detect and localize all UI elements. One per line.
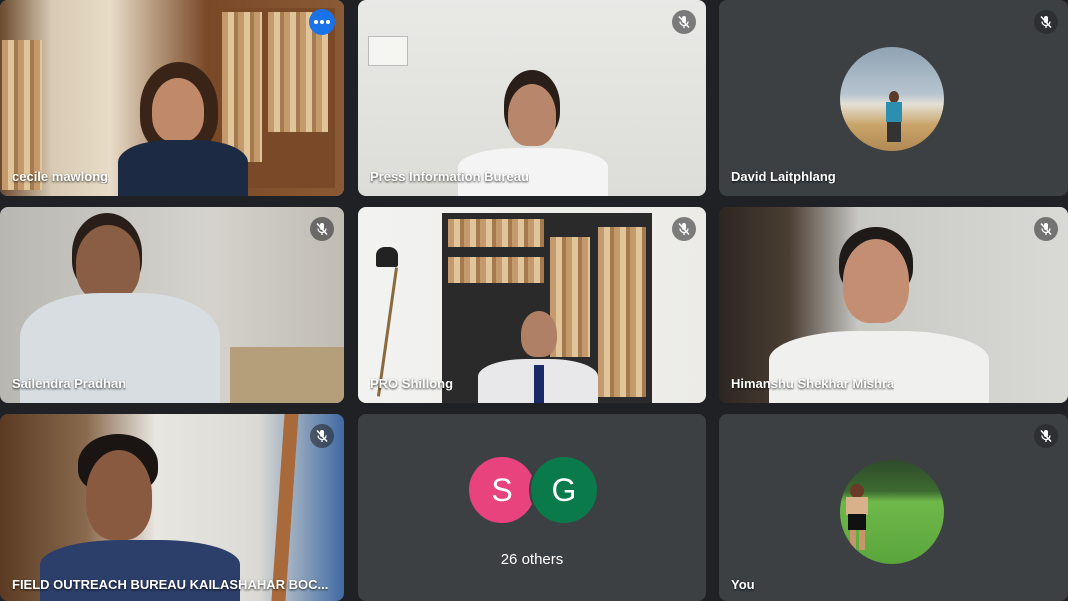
participant-tile-himanshu-shekhar-mishra[interactable]: Himanshu Shekhar Mishra — [719, 207, 1068, 403]
video-feed — [358, 207, 706, 403]
mic-off-icon — [678, 15, 690, 29]
participant-name: cecile mawlong — [12, 169, 109, 184]
mute-indicator — [672, 10, 696, 34]
participant-name: PRO Shillong — [370, 376, 454, 391]
mute-indicator — [310, 424, 334, 448]
video-feed — [719, 207, 1068, 403]
others-avatars: S G — [467, 455, 599, 525]
participant-tile-field-outreach-bureau[interactable]: FIELD OUTREACH BUREAU KAILASHAHAR BOC... — [0, 414, 344, 601]
mute-indicator — [1034, 217, 1058, 241]
participant-tile-you[interactable]: You — [719, 414, 1068, 601]
participant-tile-cecile-mawlong[interactable]: cecile mawlong — [0, 0, 344, 196]
avatar — [840, 460, 944, 564]
mute-indicator — [1034, 10, 1058, 34]
participant-name: David Laitphlang — [731, 169, 836, 184]
more-options-button[interactable] — [309, 9, 335, 35]
mic-off-icon — [1040, 429, 1052, 443]
participant-name: Press Information Bureau — [370, 169, 529, 184]
participant-name: FIELD OUTREACH BUREAU KAILASHAHAR BOC... — [12, 577, 329, 592]
participant-name: Sailendra Pradhan — [12, 376, 127, 391]
avatar-initial: S — [467, 455, 537, 525]
mic-off-icon — [1040, 15, 1052, 29]
others-count-label: 26 others — [500, 551, 564, 568]
more-options-icon — [314, 20, 330, 24]
others-tile[interactable]: S G 26 others — [358, 414, 706, 601]
participant-tile-pro-shillong[interactable]: PRO Shillong — [358, 207, 706, 403]
participant-name: Himanshu Shekhar Mishra — [731, 376, 895, 391]
mute-indicator — [672, 217, 696, 241]
video-feed — [358, 0, 706, 196]
mute-indicator — [1034, 424, 1058, 448]
mic-off-icon — [678, 222, 690, 236]
video-feed — [0, 207, 344, 403]
participant-tile-sailendra-pradhan[interactable]: Sailendra Pradhan — [0, 207, 344, 403]
video-feed — [0, 414, 344, 601]
participant-tile-david-laitphlang[interactable]: David Laitphlang — [719, 0, 1068, 196]
participant-name: You — [731, 577, 755, 592]
avatar-initial: G — [529, 455, 599, 525]
mic-off-icon — [316, 222, 328, 236]
video-feed — [0, 0, 344, 196]
mute-indicator — [310, 217, 334, 241]
mic-off-icon — [1040, 222, 1052, 236]
participant-tile-press-information-bureau[interactable]: Press Information Bureau — [358, 0, 706, 196]
avatar — [840, 47, 944, 151]
mic-off-icon — [316, 429, 328, 443]
